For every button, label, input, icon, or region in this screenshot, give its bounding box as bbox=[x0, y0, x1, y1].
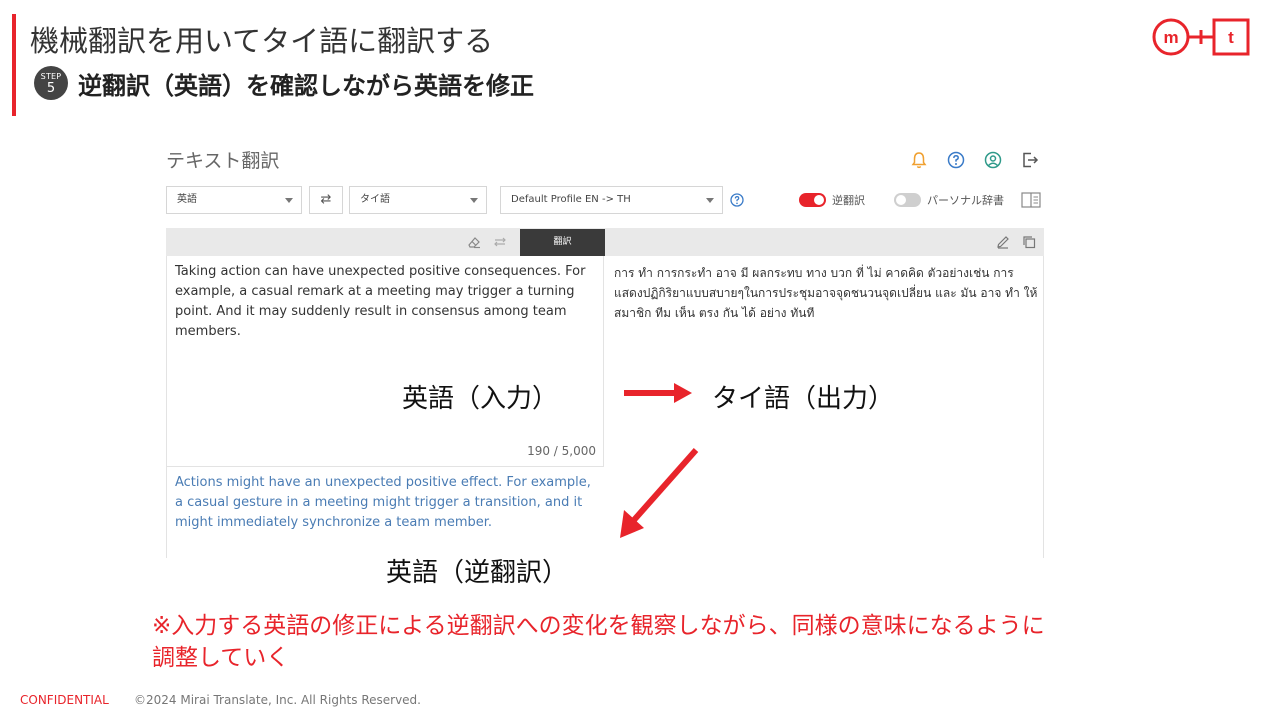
chevron-down-icon bbox=[285, 198, 293, 203]
profile-value: Default Profile EN -> TH bbox=[511, 194, 631, 205]
editor-toolbar bbox=[166, 228, 1044, 256]
toggle-knob bbox=[896, 195, 906, 205]
back-translation-label: 逆翻訳 bbox=[832, 194, 865, 207]
step-number: 5 bbox=[46, 81, 56, 96]
logo-m: m bbox=[1163, 28, 1178, 47]
app-title: テキスト翻訳 bbox=[166, 150, 280, 172]
step-caption: STEP bbox=[40, 72, 62, 81]
input-annotation-label: 英語（入力） bbox=[402, 384, 559, 414]
logout-icon[interactable] bbox=[1020, 150, 1040, 170]
bell-icon[interactable] bbox=[909, 150, 929, 170]
right-arrow-icon bbox=[624, 383, 692, 403]
character-count: 190 / 5,000 bbox=[527, 444, 596, 458]
profile-help-icon[interactable] bbox=[729, 192, 745, 208]
copyright-text: ©2024 Mirai Translate, Inc. All Rights R… bbox=[134, 693, 421, 707]
back-translation-text: Actions might have an unexpected positiv… bbox=[175, 475, 591, 530]
step-badge: STEP 5 bbox=[34, 66, 68, 100]
slide-title: 機械翻訳を用いてタイ語に翻訳する bbox=[30, 24, 494, 58]
chevron-down-icon bbox=[706, 198, 714, 203]
source-language-value: 英語 bbox=[177, 194, 197, 205]
help-circle-icon[interactable] bbox=[946, 150, 966, 170]
edit-pencil-icon[interactable] bbox=[995, 234, 1011, 250]
chevron-down-icon bbox=[470, 198, 478, 203]
toggle-knob bbox=[814, 195, 824, 205]
user-circle-icon[interactable] bbox=[983, 150, 1003, 170]
source-language-select[interactable]: 英語 bbox=[166, 186, 302, 214]
logo-t: t bbox=[1228, 28, 1234, 47]
output-annotation-label: タイ語（出力） bbox=[712, 384, 895, 414]
down-left-arrow-icon bbox=[620, 448, 699, 538]
copy-icon[interactable] bbox=[1021, 234, 1037, 250]
translate-button[interactable]: 翻訳 bbox=[520, 229, 605, 256]
split-panel-icon[interactable] bbox=[1021, 192, 1041, 208]
back-translation-annotation-label: 英語（逆翻訳） bbox=[386, 558, 569, 588]
swap-languages-button[interactable]: ⇄ bbox=[309, 186, 343, 214]
personal-dictionary-label: パーソナル辞書 bbox=[927, 194, 1004, 207]
personal-dictionary-toggle[interactable] bbox=[894, 193, 921, 207]
translated-text-output: การ ทำ การกระทำ อาจ มี ผลกระทบ ทาง บวก ท… bbox=[614, 266, 1038, 320]
explanatory-note: ※入力する英語の修正による逆翻訳への変化を観察しながら、同様の意味になるように調… bbox=[152, 613, 1045, 671]
target-language-value: タイ語 bbox=[360, 194, 390, 205]
source-text-input[interactable]: Taking action can have unexpected positi… bbox=[175, 262, 600, 342]
eraser-icon[interactable] bbox=[466, 234, 482, 250]
accent-bar bbox=[12, 14, 16, 116]
mt-logo: m t bbox=[1152, 18, 1250, 56]
confidential-label: CONFIDENTIAL bbox=[20, 693, 109, 707]
swap-arrows-icon: ⇄ bbox=[320, 192, 332, 207]
back-translation-toggle[interactable] bbox=[799, 193, 826, 207]
step-title: 逆翻訳（英語）を確認しながら英語を修正 bbox=[78, 72, 534, 100]
options-icon[interactable] bbox=[492, 234, 508, 250]
profile-select[interactable]: Default Profile EN -> TH bbox=[500, 186, 723, 214]
target-language-select[interactable]: タイ語 bbox=[349, 186, 487, 214]
